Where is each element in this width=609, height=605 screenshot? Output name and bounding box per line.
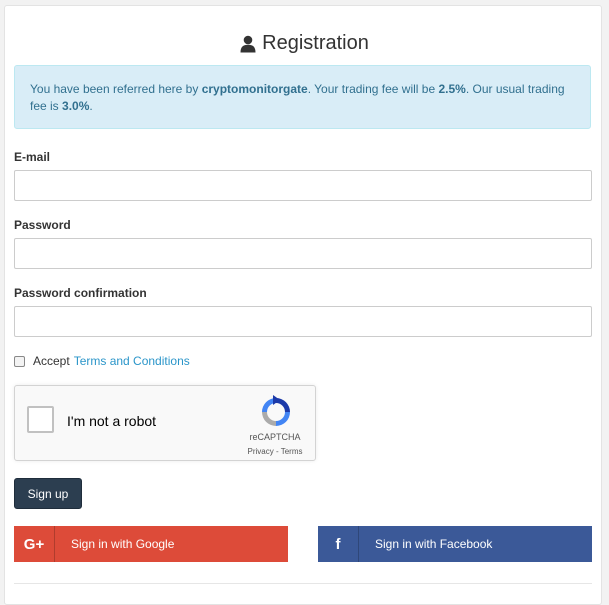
email-field[interactable]: [14, 170, 592, 201]
facebook-icon: f: [318, 526, 359, 562]
accept-text: Accept: [33, 354, 70, 368]
accept-terms-checkbox[interactable]: [14, 355, 25, 367]
facebook-signin-label: Sign in with Facebook: [375, 537, 493, 551]
alert-mid: . Your trading fee will be: [307, 82, 439, 96]
password-confirmation-label: Password confirmation: [14, 286, 147, 300]
password-label: Password: [14, 218, 71, 232]
alert-suffix: .: [89, 99, 93, 113]
password-confirmation-field[interactable]: [14, 306, 592, 337]
alert-fee: 2.5%: [438, 82, 466, 96]
password-field[interactable]: [14, 238, 592, 269]
recaptcha-links[interactable]: Privacy - Terms: [240, 447, 310, 456]
recaptcha-logo-icon: [259, 395, 293, 434]
page-title-text: Registration: [262, 32, 369, 54]
recaptcha-label: I'm not a robot: [67, 413, 157, 429]
alert-prefix: You have been referred here by: [30, 82, 202, 96]
recaptcha-checkbox[interactable]: [27, 406, 54, 433]
google-plus-icon: G+: [14, 526, 55, 562]
facebook-signin-button[interactable]: f Sign in with Facebook: [318, 526, 592, 562]
user-icon: [240, 35, 256, 53]
referral-alert: You have been referred here by cryptomon…: [14, 65, 591, 129]
google-signin-label: Sign in with Google: [71, 537, 175, 551]
email-label: E-mail: [14, 150, 51, 164]
page-title: Registration: [0, 32, 609, 55]
terms-link[interactable]: Terms and Conditions: [74, 354, 190, 368]
recaptcha-brand: reCAPTCHA: [249, 432, 301, 442]
alert-referrer: cryptomonitorgate: [201, 82, 308, 96]
divider: [14, 583, 592, 584]
alert-usual-fee: 3.0%: [62, 99, 90, 113]
signup-button[interactable]: Sign up: [14, 478, 82, 509]
accept-terms-row: Accept Terms and Conditions: [14, 353, 190, 369]
recaptcha-widget: I'm not a robot reCAPTCHA Privacy - Term…: [14, 385, 316, 461]
google-signin-button[interactable]: G+ Sign in with Google: [14, 526, 288, 562]
